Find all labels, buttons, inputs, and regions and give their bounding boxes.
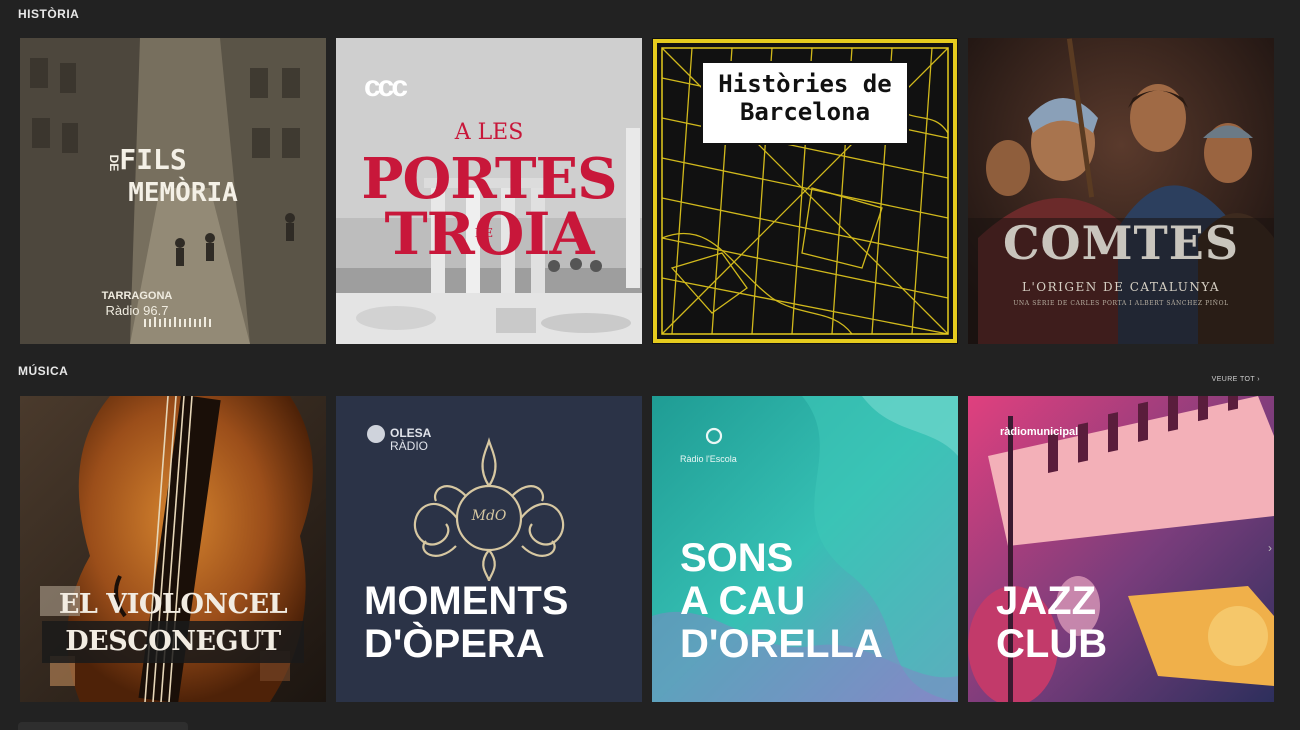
see-all-link[interactable]: VEURE TOT › (1212, 376, 1260, 383)
podcast-card-portes-de-troia[interactable]: ccc A LES PORTES DE TROIA (336, 38, 642, 344)
podcast-card-moments-opera[interactable]: OLESA RÀDIO MdO MOMENTS D'ÒPERA (336, 396, 642, 702)
cover-title-line2: A CAU (680, 579, 806, 623)
cover-title-line1: FILS (119, 143, 187, 176)
podcast-card-jazz-club[interactable]: ràdiomunicipal JAZZ CLUB (968, 396, 1274, 702)
podcast-card-sons-a-cau-dorella[interactable]: Ràdio l'Escola SONS A CAU D'ORELLA (652, 396, 958, 702)
cover-subtitle: L'ORIGEN DE CATALUNYA (1021, 280, 1221, 294)
cover-title-line2: CLUB (996, 622, 1108, 666)
cover-title-pre: A LES (454, 120, 524, 145)
station-name: ràdiomunicipal (1000, 426, 1079, 438)
podcast-card-fils-de-memoria[interactable]: FILS DE MEMÒRIA TARRAGONA Ràdio 96.7 (20, 38, 326, 344)
station-name-2: RÀDIO (390, 439, 429, 453)
cover-title-mid: DE (107, 154, 121, 172)
cover-title-line2: DESCONEGUT (65, 626, 281, 657)
podcast-card-violoncel[interactable]: EL VIOLONCEL DESCONEGUT (20, 396, 326, 702)
station-frequency: Ràdio 96.7 (105, 303, 169, 318)
cover-title-line2: Barcelona (739, 98, 871, 126)
cover-title-line2: TROIA (384, 200, 594, 268)
chevron-right-icon: › (1257, 376, 1260, 383)
podcast-card-comtes[interactable]: COMTES L'ORIGEN DE CATALUNYA UNA SÈRIE D… (968, 38, 1274, 344)
cover-title: COMTES (1002, 216, 1240, 270)
station-name: OLESA (390, 426, 432, 440)
monogram: MdO (471, 508, 507, 524)
cover-title-line2: MEMÒRIA (128, 178, 238, 208)
cover-title-line1: SONS (680, 536, 794, 580)
cover-title-line1: MOMENTS (364, 579, 569, 623)
see-all-label[interactable]: VEURE TOT (1212, 376, 1255, 383)
cover-title-line2: D'ÒPERA (364, 622, 545, 666)
cover-credit: UNA SÈRIE DE CARLES PORTA I ALBERT SÀNCH… (1013, 300, 1229, 307)
cover-title-line3: D'ORELLA (680, 622, 883, 666)
next-section-header (18, 722, 188, 730)
ccc-logo: ccc (364, 70, 408, 103)
cover-title-line1: Històries de (718, 70, 892, 98)
cover-title-line1: JAZZ (996, 579, 1096, 623)
podcast-card-histories-barcelona[interactable]: Històries de Barcelona (652, 38, 958, 344)
cover-title-line1: EL VIOLONCEL (58, 589, 288, 620)
carousel-next-icon[interactable]: › (1268, 541, 1272, 555)
cover-art-medieval-figures (968, 38, 1274, 344)
station-name: Ràdio l'Escola (680, 454, 737, 464)
station-name: TARRAGONA (101, 290, 173, 302)
section-title-historia: HISTÒRIA (18, 7, 80, 21)
section-title-musica: MÚSICA (18, 364, 69, 378)
